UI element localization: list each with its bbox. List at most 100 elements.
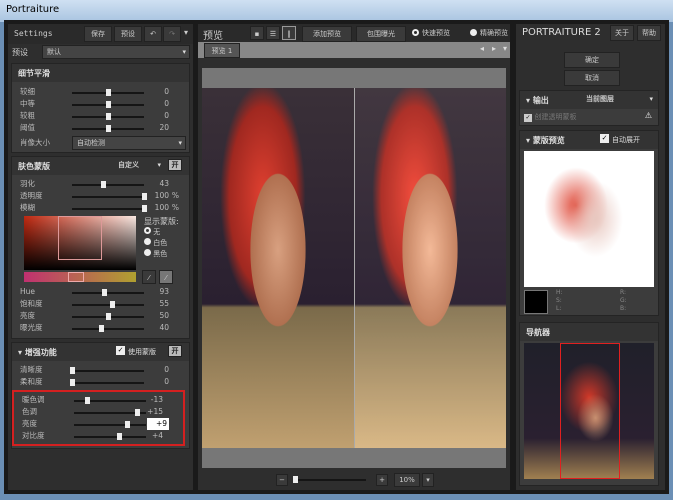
picker-selection[interactable] (58, 216, 102, 260)
clip-button[interactable]: 包围曝光 (356, 26, 406, 42)
slider-track[interactable] (72, 325, 144, 332)
slider-value[interactable]: +15 (147, 406, 163, 418)
zoom-in-button[interactable]: + (376, 474, 388, 486)
slider-value[interactable]: 0 (164, 110, 169, 122)
zoom-dropdown-icon[interactable]: ▾ (422, 473, 434, 487)
skin-toggle-button[interactable]: 开 (168, 159, 182, 171)
slider-value[interactable]: 100 (155, 190, 169, 202)
slider-value[interactable]: 0 (164, 364, 169, 376)
tab-menu-icon[interactable]: ▾ (503, 44, 507, 53)
preset-dropdown[interactable]: 默认 (42, 45, 190, 59)
slider-value[interactable]: 40 (159, 322, 169, 334)
slider-track[interactable] (74, 397, 146, 404)
enhance-toggle-button[interactable]: 开 (168, 345, 182, 357)
slider-value[interactable]: 93 (159, 286, 169, 298)
mask-radio-option[interactable]: 白色 (144, 238, 167, 249)
portrait-size-dropdown[interactable]: 自动检测 (72, 136, 186, 150)
auto-expand-checkbox[interactable]: ✓ (600, 134, 609, 143)
radio-button[interactable] (144, 238, 151, 245)
slider-thumb[interactable] (84, 397, 90, 404)
slider-value[interactable]: 0 (164, 98, 169, 110)
slider-track[interactable] (72, 101, 144, 108)
single-view-icon[interactable]: ▪ (250, 26, 264, 40)
menu-chevron-icon[interactable]: ▾ (184, 28, 188, 37)
slider-thumb[interactable] (98, 325, 104, 332)
ok-button[interactable]: 确定 (564, 52, 620, 68)
slider-value[interactable]: 0 (164, 86, 169, 98)
help-button[interactable]: 帮助 (637, 25, 661, 41)
slider-thumb[interactable] (70, 367, 75, 374)
slider-thumb[interactable] (116, 433, 122, 440)
eyedropper-icon[interactable]: ⁄ (142, 270, 156, 284)
slider-thumb[interactable] (109, 301, 115, 308)
slider-thumb[interactable] (124, 421, 130, 428)
slider-value[interactable]: 0 (164, 376, 169, 388)
tab-prev-icon[interactable]: ◂ (480, 44, 484, 53)
radio-button[interactable] (144, 249, 151, 256)
redo-icon[interactable]: ↷ (163, 26, 181, 42)
slider-track[interactable] (72, 289, 144, 296)
eyedropper-plus-icon[interactable]: ⁄ (159, 270, 173, 284)
slider-value[interactable]: +4 (152, 430, 163, 442)
slider-track[interactable] (72, 125, 144, 132)
slider-track[interactable] (72, 181, 144, 188)
preview-area[interactable] (202, 68, 506, 468)
tab-preview-1[interactable]: 预览 1 (204, 43, 240, 58)
slider-thumb[interactable] (106, 313, 111, 320)
undo-icon[interactable]: ↶ (144, 26, 162, 42)
slider-thumb[interactable] (106, 89, 111, 96)
slider-thumb[interactable] (70, 379, 75, 386)
mask-radio-option[interactable]: 黑色 (144, 249, 167, 260)
split-horizontal-icon[interactable]: ☰ (266, 26, 280, 40)
about-button[interactable]: 关于 (610, 25, 634, 41)
use-mask-checkbox[interactable]: ✓ (116, 346, 125, 355)
skin-mode-dropdown[interactable]: 自定义 (114, 159, 164, 173)
slider-thumb[interactable] (142, 205, 147, 212)
slider-track[interactable] (72, 113, 144, 120)
slider-track[interactable] (72, 301, 144, 308)
radio-button[interactable] (144, 227, 151, 234)
slider-track[interactable] (72, 193, 147, 200)
navigator-thumbnail[interactable] (524, 343, 654, 479)
mask-radio-option[interactable]: 无 (144, 227, 167, 238)
zoom-slider[interactable] (293, 476, 366, 483)
navigator-viewport[interactable] (560, 343, 620, 479)
slider-track[interactable] (70, 367, 144, 374)
zoom-out-button[interactable]: − (276, 474, 288, 486)
slider-track[interactable] (74, 433, 146, 440)
cancel-button[interactable]: 取消 (564, 70, 620, 86)
slider-thumb[interactable] (142, 193, 147, 200)
slider-track[interactable] (72, 89, 144, 96)
color-picker-field[interactable] (24, 216, 136, 270)
output-dropdown[interactable]: 当前图层 (582, 93, 656, 107)
slider-thumb[interactable] (106, 101, 111, 108)
save-button[interactable]: 保存 (84, 26, 112, 42)
create-mask-checkbox[interactable]: ✓ (524, 114, 532, 122)
accurate-preview-radio[interactable] (470, 29, 477, 36)
slider-track[interactable] (72, 313, 144, 320)
slider-track[interactable] (74, 421, 146, 428)
tab-next-icon[interactable]: ▸ (492, 44, 496, 53)
zoom-slider-thumb[interactable] (293, 476, 299, 483)
slider-track[interactable] (70, 379, 144, 386)
slider-value[interactable]: 43 (159, 178, 169, 190)
slider-thumb[interactable] (106, 125, 111, 132)
slider-track[interactable] (74, 409, 146, 416)
slider-thumb[interactable] (106, 113, 111, 120)
split-vertical-icon[interactable]: ‖ (282, 26, 296, 40)
fast-preview-radio[interactable] (412, 29, 419, 36)
slider-thumb[interactable] (135, 409, 141, 416)
slider-value[interactable]: 50 (159, 310, 169, 322)
zoom-level-field[interactable]: 10% (394, 473, 420, 487)
slider-thumb[interactable] (102, 289, 108, 296)
slider-thumb[interactable] (100, 181, 106, 188)
hue-bar[interactable] (24, 272, 136, 282)
add-preview-button[interactable]: 添加预览 (302, 26, 352, 42)
slider-value[interactable]: -13 (151, 394, 163, 406)
slider-value[interactable]: 20 (159, 122, 169, 134)
preset-button[interactable]: 预设 (114, 26, 142, 42)
slider-value[interactable]: +9 (147, 418, 169, 430)
slider-track[interactable] (72, 205, 147, 212)
slider-value[interactable]: 100 (155, 202, 169, 214)
slider-value[interactable]: 55 (159, 298, 169, 310)
